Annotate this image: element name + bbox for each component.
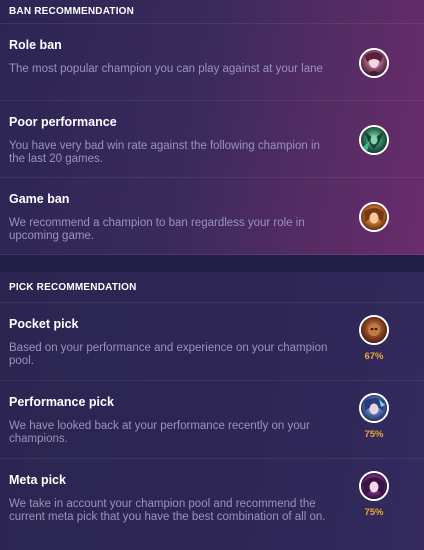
- pick-item-pocket-pick[interactable]: Pocket pick Based on your performance an…: [0, 303, 424, 381]
- ban-recommendation-section: BAN RECOMMENDATION Role ban The most pop…: [0, 0, 424, 255]
- pick-item-description: We take in account your champion pool an…: [9, 498, 326, 523]
- pick-section-header: PICK RECOMMENDATION: [0, 272, 424, 303]
- pick-item-description: We have looked back at your performance …: [9, 420, 310, 445]
- recommendation-panel: BAN RECOMMENDATION Role ban The most pop…: [0, 0, 424, 550]
- pick-item-performance-pick[interactable]: Performance pick We have looked back at …: [0, 381, 424, 459]
- pick-item-title: Pocket pick: [9, 317, 79, 331]
- win-rate-percent: 75%: [364, 507, 384, 518]
- ban-section-header: BAN RECOMMENDATION: [0, 0, 424, 24]
- champion-portrait-icon[interactable]: [359, 202, 389, 232]
- pick-item-title: Performance pick: [9, 395, 114, 409]
- section-divider: [0, 255, 424, 272]
- ban-item-description: You have very bad win rate against the f…: [9, 140, 320, 165]
- pick-recommendation-section: PICK RECOMMENDATION Pocket pick Based on…: [0, 272, 424, 550]
- pick-item-title: Meta pick: [9, 473, 66, 487]
- ban-item-game-ban[interactable]: Game ban We recommend a champion to ban …: [0, 178, 424, 255]
- ban-item-title: Game ban: [9, 192, 70, 206]
- champion-portrait-icon[interactable]: [359, 125, 389, 155]
- champion-portrait-icon[interactable]: [359, 315, 389, 345]
- pick-item-description: Based on your performance and experience…: [9, 342, 328, 367]
- ban-item-title: Role ban: [9, 38, 62, 52]
- ban-item-description: We recommend a champion to ban regardles…: [9, 217, 305, 242]
- champion-portrait-icon[interactable]: [359, 48, 389, 78]
- win-rate-percent: 75%: [364, 429, 384, 440]
- pick-item-meta-pick[interactable]: Meta pick We take in account your champi…: [0, 459, 424, 537]
- champion-portrait-icon[interactable]: [359, 471, 389, 501]
- ban-item-role-ban[interactable]: Role ban The most popular champion you c…: [0, 24, 424, 101]
- ban-item-poor-performance[interactable]: Poor performance You have very bad win r…: [0, 101, 424, 178]
- ban-item-title: Poor performance: [9, 115, 117, 129]
- champion-portrait-icon[interactable]: [359, 393, 389, 423]
- ban-item-description: The most popular champion you can play a…: [9, 63, 323, 75]
- win-rate-percent: 67%: [364, 351, 384, 362]
